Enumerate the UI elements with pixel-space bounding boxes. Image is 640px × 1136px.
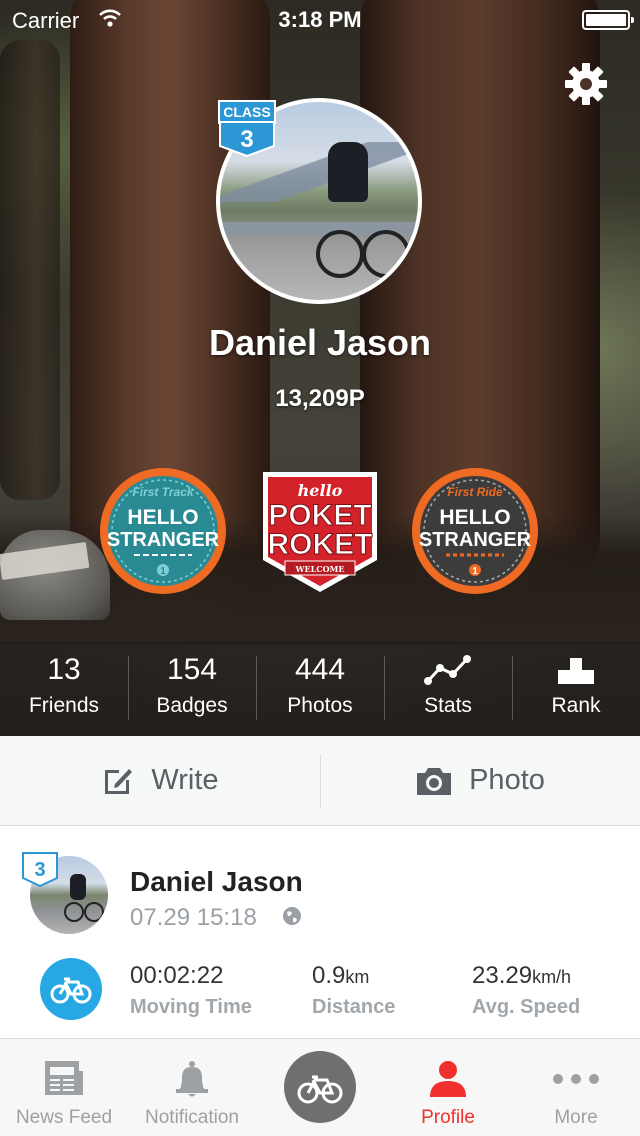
bicycle-icon [297,1075,343,1104]
settings-gear-icon[interactable] [564,62,608,106]
badge-line2: STRANGER [107,529,220,551]
write-label: Write [151,764,219,796]
badge-subtitle: First Track [132,485,194,499]
stat-label: Friends [28,694,100,717]
class-level-badge: CLASS 3 [218,100,276,158]
avatar-photo-wheel [64,902,84,922]
stat-photos[interactable]: 444 Photos [256,642,384,736]
stat-label: Stats [424,694,472,717]
bell-icon [176,1061,208,1097]
metric-unit: km [345,967,370,987]
badge-first-ride[interactable]: First Ride HELLO STRANGER 1 [410,466,540,596]
metric-label: Avg. Speed [472,996,581,1018]
avatar-photo-rider [328,142,368,202]
badge-line1: HELLO [127,506,198,529]
compose-actions: Write Photo [0,736,640,826]
stat-stats[interactable]: Stats [384,642,512,736]
person-icon [430,1061,466,1097]
tab-label: News Feed [15,1107,113,1128]
newspaper-icon [45,1061,83,1095]
metric-value: 23.29 [472,962,533,989]
globe-icon [283,907,301,925]
profile-header: Carrier 3:18 PM CLASS 3 Daniel Jason 13,… [0,0,640,736]
stats-graph-icon [424,655,471,685]
profile-avatar-container[interactable]: CLASS 3 [216,98,422,304]
badge-top-text: hello [298,481,343,500]
avatar-photo-wheel [362,230,410,278]
badge-line2: STRANGER [419,529,532,551]
activity-post[interactable]: 3 Daniel Jason 07.29 15:18 00:02:22 Movi… [0,826,640,1038]
rank-podium-icon [558,658,594,684]
tab-more[interactable]: More [512,1039,640,1136]
badge-line2: ROKET [268,528,373,561]
background-tree [0,40,60,500]
badge-subtitle: First Ride [447,485,503,499]
tab-bar: News Feed Notification Profile More [0,1038,640,1136]
class-label-text: CLASS [223,104,270,120]
post-class-badge: 3 [22,852,58,888]
status-bar: Carrier 3:18 PM [0,0,640,40]
tab-notification[interactable]: Notification [128,1039,256,1136]
start-ride-button[interactable] [284,1051,356,1123]
stat-value: 154 [166,653,218,686]
profile-points: 13,209P [275,385,365,412]
tab-ride[interactable] [256,1039,384,1136]
metric-label: Distance [312,996,396,1018]
photo-label: Photo [469,764,545,796]
post-class-number: 3 [34,859,45,881]
tab-news-feed[interactable]: News Feed [0,1039,128,1136]
metric-value: 0.9 [312,962,346,989]
camera-icon [417,767,452,795]
stat-rank[interactable]: Rank [512,642,640,736]
tab-profile[interactable]: Profile [384,1039,512,1136]
class-level-number: 3 [240,126,253,153]
photo-button[interactable]: Photo [320,736,640,825]
stat-value: 444 [294,653,346,686]
tab-label: More [554,1107,598,1128]
metric-value: 00:02:22 [130,962,224,989]
stat-label: Photos [287,694,353,717]
metric-distance: 0.9km Distance [312,962,395,1019]
badge-poket-roket[interactable]: hello POKET ROKET WELCOME [255,468,385,598]
battery-icon [582,10,634,30]
post-author-name[interactable]: Daniel Jason [130,866,303,898]
avatar-photo-wheel [316,230,364,278]
stat-label: Badges [156,694,228,717]
badge-number: 1 [160,566,166,577]
ride-type-icon [40,958,102,1020]
status-time: 3:18 PM [278,7,362,32]
stat-friends[interactable]: 13 Friends [0,642,128,736]
tab-label: Profile [421,1107,475,1128]
profile-name: Daniel Jason [208,322,432,363]
post-avatar-container[interactable]: 3 [22,852,112,936]
profile-stats-bar: 13 Friends 154 Badges 444 Photos Stats R… [0,642,640,736]
metric-label: Moving Time [130,996,252,1018]
stat-label: Rank [551,694,601,717]
pencil-square-icon [105,768,133,794]
badge-first-track[interactable]: First Track HELLO STRANGER 1 [98,466,228,596]
badge-line1: HELLO [439,506,510,529]
stat-value: 13 [47,653,81,686]
metric-unit: km/h [532,967,572,987]
tab-label: Notification [145,1107,239,1128]
badge-ribbon-text: WELCOME [295,564,345,574]
metric-moving-time: 00:02:22 Moving Time [130,962,252,1019]
metric-avg-speed: 23.29km/h Avg. Speed [472,962,580,1019]
stat-badges[interactable]: 154 Badges [128,642,256,736]
write-button[interactable]: Write [0,736,320,825]
badge-number: 1 [472,566,478,577]
avatar-photo-rider [70,874,86,900]
post-timestamp: 07.29 15:18 [130,904,257,931]
bicycle-icon [50,977,92,1004]
avatar-photo-wheel [84,902,104,922]
more-dots-icon [553,1074,599,1084]
